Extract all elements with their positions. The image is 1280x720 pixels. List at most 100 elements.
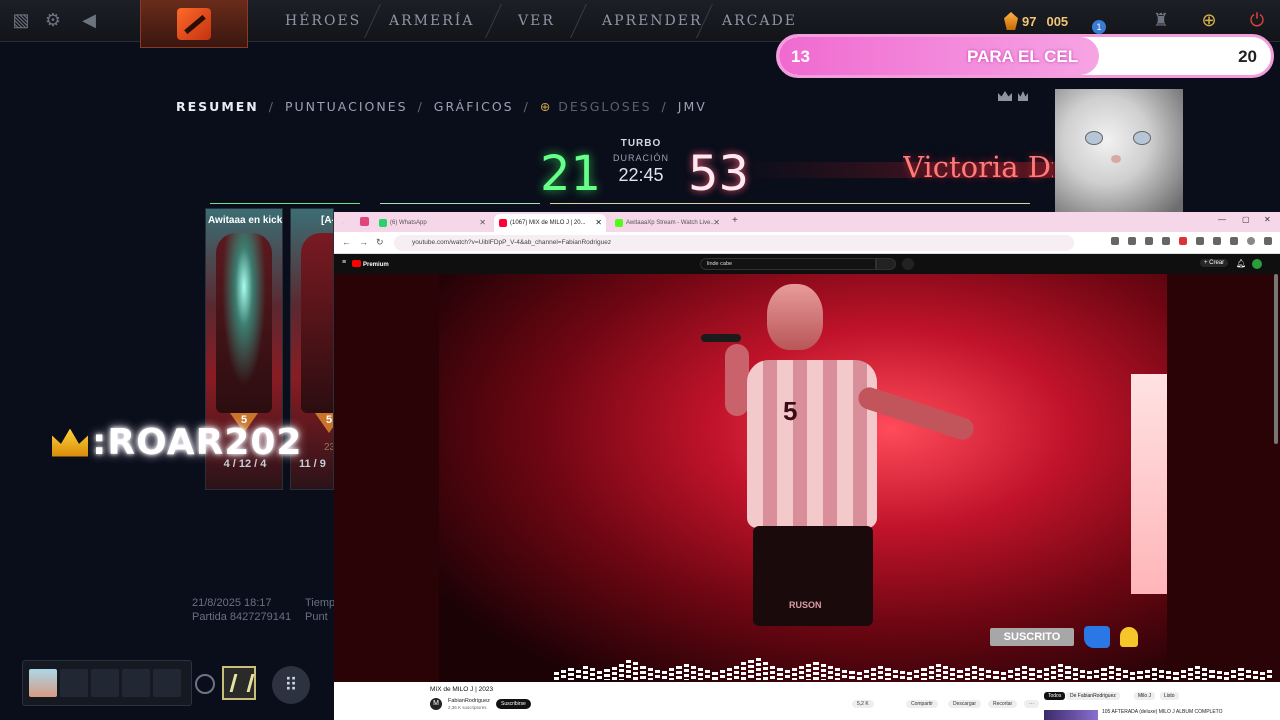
menu-grid-icon[interactable]: ⠿ (272, 666, 310, 704)
shorts-brand: RUSON (789, 600, 822, 610)
close-icon[interactable]: ✕ (595, 214, 602, 232)
tab-graphs[interactable]: GRÁFICOS (434, 99, 514, 114)
rank-medal-icon[interactable] (222, 666, 256, 700)
chip-ready[interactable]: Listo (1160, 692, 1179, 700)
dota-logo-button[interactable] (140, 0, 248, 48)
bell-icon[interactable]: 🔔︎ (1236, 259, 1246, 268)
recommended-thumbnail[interactable] (1044, 710, 1098, 720)
nav-arcade[interactable]: ARCADE (722, 13, 797, 29)
visualizer-bar (654, 670, 661, 680)
visualizer-bar (1015, 668, 1021, 680)
close-icon[interactable]: ✕ (479, 214, 486, 232)
new-tab-button[interactable]: + (732, 215, 738, 226)
forward-icon[interactable]: → (359, 237, 368, 247)
back-icon[interactable]: ◀ (78, 9, 100, 31)
hero-level: 23 (324, 442, 333, 453)
visualizer-bar (683, 664, 689, 680)
channel-name[interactable]: FabianRodriguez (448, 698, 490, 704)
tab-summary[interactable]: RESUMEN (176, 99, 259, 114)
zoom-icon[interactable] (1111, 237, 1119, 245)
profile-icon[interactable] (1230, 237, 1238, 245)
visualizer-bar (892, 670, 898, 680)
notification-badge[interactable]: 1 (1092, 20, 1106, 34)
browser-tab[interactable]: AwitaaaXp Stream - Watch Live... ✕ (610, 214, 724, 232)
tab-group-icon[interactable] (360, 217, 369, 226)
recommended-title[interactable]: 105 AFTERADA (deluxe) MILO J ALBUM COMPL… (1102, 709, 1223, 715)
video-frame[interactable]: 5 RUSON (439, 274, 1273, 682)
scrollbar[interactable] (1274, 274, 1278, 444)
extension-icon[interactable] (1196, 237, 1204, 245)
visualizer-bar (957, 670, 963, 680)
subscribe-button[interactable]: Suscribirse (496, 699, 531, 709)
nav-watch[interactable]: VER (518, 13, 555, 29)
chip-milo[interactable]: Milo J (1134, 692, 1156, 700)
create-button[interactable]: + Crear (1200, 259, 1229, 267)
currency-display[interactable]: 97 005 (1004, 10, 1068, 32)
reload-icon[interactable]: ↻ (376, 237, 384, 248)
avatar[interactable] (1247, 237, 1255, 245)
avatar[interactable] (1252, 259, 1262, 269)
voice-icon[interactable] (195, 674, 215, 694)
extension-icon[interactable] (1179, 237, 1187, 245)
visualizer-bar (568, 668, 574, 680)
star-icon[interactable] (1128, 237, 1136, 245)
video-player[interactable]: 5 RUSON SUSCRITO (334, 274, 1280, 682)
visualizer-bar (978, 668, 985, 680)
bell-icon (1120, 627, 1138, 647)
singer-shorts (753, 526, 873, 626)
plus-icon[interactable]: ⊕ (1198, 9, 1220, 31)
close-icon[interactable]: ✕ (713, 214, 720, 232)
dashboard-icon[interactable]: ▧ (10, 9, 32, 31)
visualizer-bar (942, 666, 949, 680)
extension-icon[interactable] (1145, 237, 1153, 245)
browser-tab-active[interactable]: (1067) MIX de MILO J | 20... ✕ (494, 214, 606, 232)
mic-icon[interactable] (902, 258, 914, 270)
party-slot[interactable] (60, 669, 88, 697)
goal-target: 20 (1238, 47, 1257, 66)
visualizer-bar (561, 670, 567, 680)
visualizer-bar (698, 668, 704, 680)
channel-avatar[interactable]: M (430, 698, 442, 710)
visualizer-bar (849, 671, 855, 680)
party-slot[interactable] (122, 669, 150, 697)
chip-channel[interactable]: De FabianRodriguez (1066, 692, 1120, 700)
extensions-icon[interactable] (1213, 237, 1221, 245)
url-input[interactable]: youtube.com/watch?v=UiblFDpP_V-4&ab_chan… (394, 235, 1074, 251)
kebab-menu-icon[interactable] (1264, 237, 1272, 245)
minimize-icon[interactable]: — (1218, 215, 1226, 224)
chip-all[interactable]: Todos (1044, 692, 1066, 700)
microphone (701, 334, 741, 342)
more-button[interactable]: ··· (1024, 700, 1039, 708)
time-label: Tiemp (305, 597, 336, 609)
share-button[interactable]: Compartir (906, 700, 938, 708)
tab-mvp[interactable]: JMV (678, 99, 707, 114)
nav-armory[interactable]: ARMERÍA (389, 13, 474, 29)
party-slot[interactable] (91, 669, 119, 697)
party-slot[interactable] (153, 669, 181, 697)
address-bar: ← → ↻ youtube.com/watch?v=UiblFDpP_V-4&a… (334, 232, 1280, 254)
subscribe-overlay: SUSCRITO (990, 626, 1138, 648)
visualizer-bar (712, 672, 718, 680)
tab-breakdowns[interactable]: ⊕ DESGLOSES (540, 99, 652, 114)
clip-button[interactable]: Recortar (988, 700, 1018, 708)
close-window-icon[interactable]: ✕ (1264, 215, 1271, 224)
cat-eye (1133, 131, 1151, 145)
back-icon[interactable]: ← (342, 237, 351, 247)
search-button[interactable] (876, 258, 896, 270)
tab-search-icon[interactable]: ⌄ (340, 218, 346, 226)
youtube-logo[interactable]: Premium (352, 260, 389, 268)
power-icon[interactable]: ⏻ (1246, 9, 1268, 31)
party-slot-self[interactable] (29, 669, 57, 697)
gear-icon[interactable]: ⚙ (42, 9, 64, 31)
download-button[interactable]: Descargar (948, 700, 982, 708)
tab-scores[interactable]: PUNTUACIONES (285, 99, 408, 114)
youtube-search-input[interactable]: linde cabe (700, 258, 876, 270)
hamburger-icon[interactable]: ≡ (342, 259, 346, 266)
maximize-icon[interactable]: ▢ (1242, 215, 1250, 224)
browser-tab[interactable]: (6) WhatsApp ✕ (374, 214, 490, 232)
armory-icon[interactable]: ♜ (1150, 9, 1172, 31)
extension-icon[interactable] (1162, 237, 1170, 245)
nav-heroes[interactable]: HÉROES (285, 13, 361, 29)
nav-learn[interactable]: APRENDER (602, 13, 703, 29)
like-button[interactable]: 5,2 K (852, 700, 874, 708)
